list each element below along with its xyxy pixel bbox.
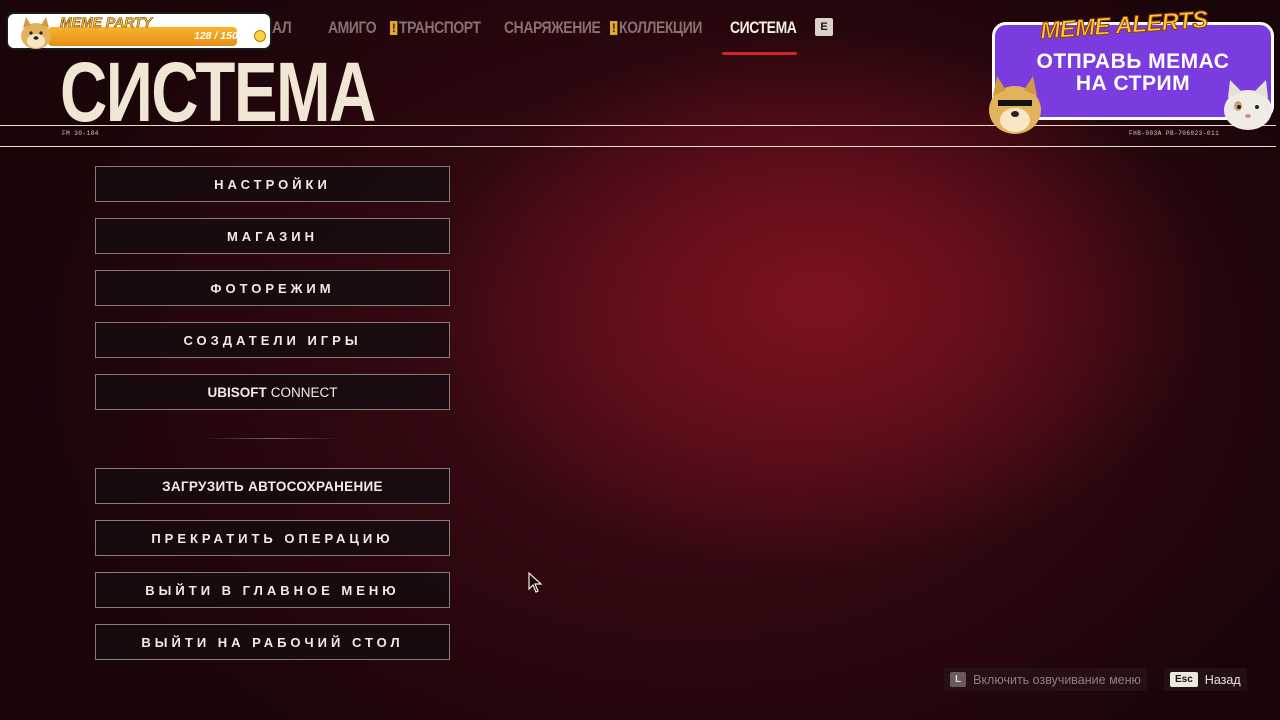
ubisoft-connect-button[interactable]: UBISOFT CONNECT xyxy=(95,374,450,410)
doge-sunglasses-icon xyxy=(989,76,1041,134)
meme-alerts-widget: MEME ALERTS ОТПРАВЬ МЕМАС НА СТРИМ xyxy=(989,6,1274,134)
meme-party-count: 128 / 150 xyxy=(194,30,238,42)
tab-system[interactable]: СИСТЕМА xyxy=(730,18,797,38)
meme-alerts-line1: ОТПРАВЬ МЕМАС xyxy=(1036,50,1230,73)
abort-operation-button[interactable]: ПРЕКРАТИТЬ ОПЕРАЦИЮ xyxy=(95,520,450,556)
narration-label: Включить озвучивание меню xyxy=(973,672,1141,687)
settings-button[interactable]: НАСТРОЙКИ xyxy=(95,166,450,202)
photo-mode-button[interactable]: ФОТОРЕЖИМ xyxy=(95,270,450,306)
alert-icon: ! xyxy=(610,21,618,35)
active-tab-indicator xyxy=(722,52,797,55)
tab-transport[interactable]: ! ТРАНСПОРТ xyxy=(390,18,481,38)
narration-hint[interactable]: L Включить озвучивание меню xyxy=(944,668,1147,691)
header-code-left: FM 30-184 xyxy=(62,130,99,137)
coin-icon xyxy=(254,30,266,42)
header-divider-bottom xyxy=(0,146,1276,147)
esc-key: Esc xyxy=(1170,672,1198,687)
back-label: Назад xyxy=(1204,672,1241,687)
menu-divider xyxy=(205,438,340,439)
tab-collections[interactable]: ! КОЛЛЕКЦИИ xyxy=(610,18,702,38)
meme-party-widget: MEME PARTY 128 / 150 xyxy=(6,12,272,50)
ubisoft-label: UBISOFT xyxy=(207,384,267,400)
load-autosave-button[interactable]: ЗАГРУЗИТЬ АВТОСОХРАНЕНИЕ xyxy=(95,468,450,504)
tab-amigo[interactable]: АМИГО xyxy=(328,18,377,38)
exit-main-menu-button[interactable]: ВЫЙТИ В ГЛАВНОЕ МЕНЮ xyxy=(95,572,450,608)
back-hint[interactable]: Esc Назад xyxy=(1164,668,1247,691)
credits-button[interactable]: СОЗДАТЕЛИ ИГРЫ xyxy=(95,322,450,358)
cat-icon xyxy=(1224,80,1272,130)
tab-equipment[interactable]: СНАРЯЖЕНИЕ xyxy=(504,18,601,38)
mouse-cursor-icon xyxy=(528,572,543,593)
next-tab-key[interactable]: E xyxy=(815,18,833,36)
doge-icon xyxy=(21,17,51,49)
store-button[interactable]: МАГАЗИН xyxy=(95,218,450,254)
meme-party-title: MEME PARTY xyxy=(60,14,153,31)
alert-icon: ! xyxy=(390,21,398,35)
exit-desktop-button[interactable]: ВЫЙТИ НА РАБОЧИЙ СТОЛ xyxy=(95,624,450,660)
narration-key: L xyxy=(950,672,967,687)
connect-label: CONNECT xyxy=(270,384,338,400)
header-code-right: FHB-003A PB-706023-011 xyxy=(1129,130,1220,137)
tab-journal[interactable]: АЛ xyxy=(272,18,292,38)
header-divider-top xyxy=(0,125,1276,126)
